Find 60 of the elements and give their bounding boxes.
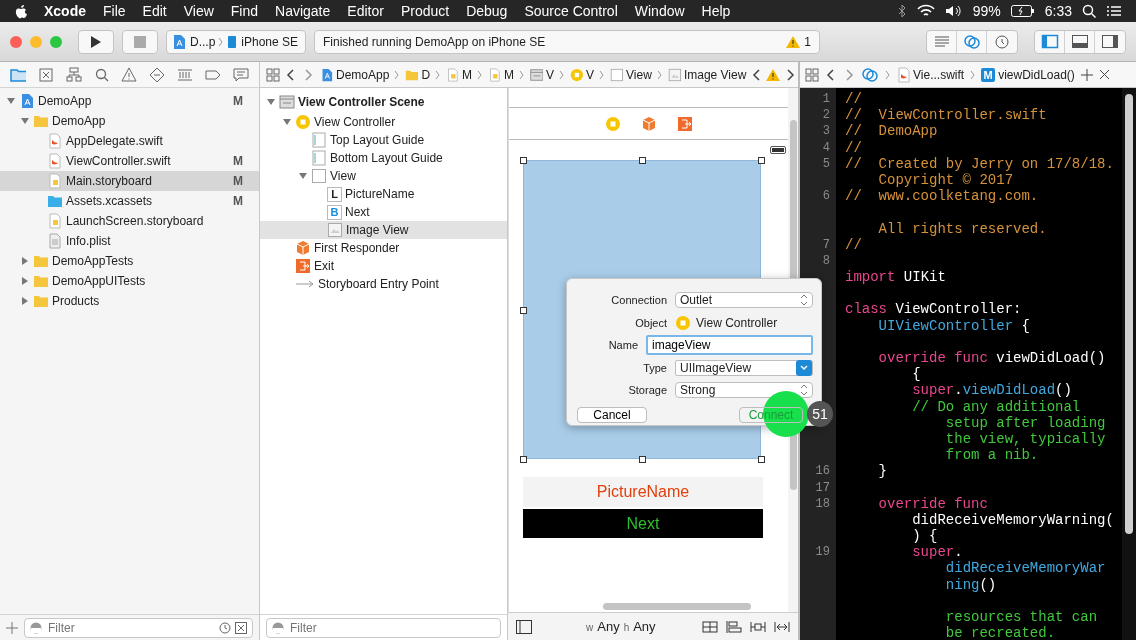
code-line: didReceiveMemoryWar [945, 560, 1106, 577]
code-line: // Created by Jerry on 17/8/18. [845, 155, 1114, 172]
scm-status: M [233, 174, 244, 188]
line-number: 17 [814, 479, 830, 496]
code-line: } [878, 463, 887, 480]
code-line: be recreated. [945, 625, 1056, 640]
code-line: // ViewController.swift [845, 107, 1047, 124]
field-label: Connection [610, 294, 668, 306]
line-number: 18 [814, 495, 830, 512]
field-label: Name [607, 339, 639, 351]
line-number: 1 [821, 91, 830, 108]
field-label: Type [642, 361, 668, 374]
code-line: // [845, 236, 862, 253]
code-line: resources that can [945, 609, 1098, 625]
code-line: override func viewDidLoad() [878, 350, 1106, 366]
field-label: Object [634, 316, 668, 329]
line-number: 4 [821, 139, 830, 156]
scm-status: M [233, 94, 244, 108]
field-label: Storage [627, 384, 668, 396]
line-number: 19 [814, 544, 830, 561]
line-number: 7 [821, 236, 830, 253]
code-line: Copyright © 2017 [878, 171, 1014, 188]
line-number: 3 [821, 123, 830, 140]
method-badge: M [981, 67, 996, 82]
code-line: from a nib. [945, 447, 1039, 464]
type-glyph: L [327, 186, 342, 202]
code-line: { [912, 366, 921, 383]
line-number: 6 [821, 188, 830, 205]
code-line: // DemoApp [845, 123, 938, 140]
object-name: View Controller [696, 315, 778, 330]
code-line: ) { [912, 528, 938, 545]
step-badge: 51 [807, 401, 833, 427]
code-line: didReceiveMemoryWarning( [912, 511, 1114, 528]
status-message: Finished running DemoApp on iPhone SE [323, 34, 547, 49]
height-prefix: h [623, 622, 630, 633]
line-number: 5 [821, 155, 830, 172]
code-line: setup after loading [945, 414, 1106, 431]
scm-status: M [233, 154, 244, 168]
scm-status: M [233, 194, 244, 208]
code-line: super.viewDidLoad() [912, 382, 1072, 399]
line-number: 16 [814, 463, 830, 480]
code-line: All rights reserved. [878, 220, 1047, 237]
code-line: override func [878, 495, 988, 512]
code-line: UIViewController { [878, 317, 1030, 334]
line-number: 2 [821, 107, 830, 124]
code-line: the view, typically [945, 430, 1106, 447]
code-line: // [845, 91, 862, 107]
code-line: super. [912, 544, 963, 561]
code-line: // Do any additional [912, 398, 1081, 415]
width-prefix: w [586, 622, 594, 633]
code-line: class ViewController: [845, 301, 1022, 318]
warning-count: 1 [804, 34, 811, 49]
code-line: // www.coolketang.com. [845, 188, 1039, 205]
type-glyph: B [327, 204, 342, 220]
picture-name-label: PictureName [523, 477, 763, 507]
battery-percent: 99% [972, 3, 1001, 19]
code-line: import UIKit [845, 269, 946, 286]
code-line: ning() [945, 576, 997, 593]
code-line: // [845, 139, 862, 156]
line-number: 8 [821, 252, 830, 270]
